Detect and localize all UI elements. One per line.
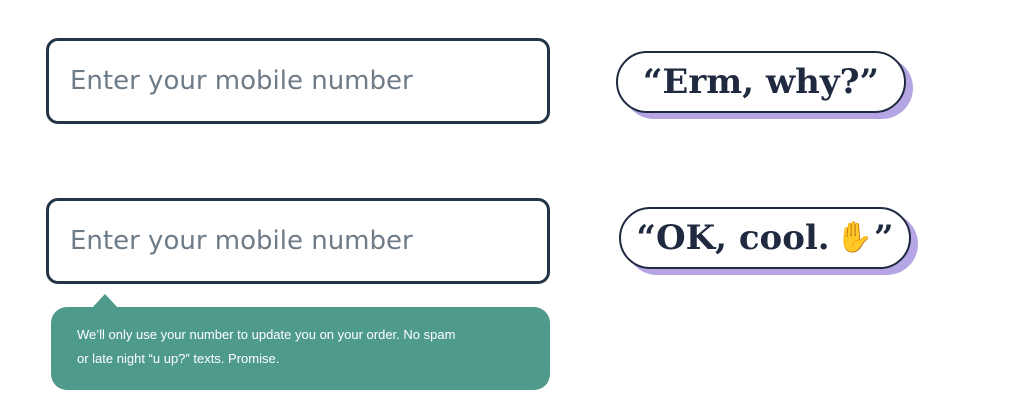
call-me-hand-icon: ✋ [835,220,873,255]
reaction-text: “OK, cool. [636,218,830,258]
mobile-number-input[interactable] [46,38,550,124]
reaction-text: “Erm, why?” [642,62,880,102]
hint-line-2: or late night “u up?” texts. Promise. [77,351,280,366]
reaction-bubble-ok-cool: “OK, cool. ✋ ” [619,207,911,269]
privacy-hint-tooltip: We’ll only use your number to update you… [51,307,550,390]
reaction-bubble-erm-why: “Erm, why?” [616,51,906,113]
tooltip-arrow [92,294,118,308]
reaction-close-quote: ” [874,218,894,258]
hint-line-1: We’ll only use your number to update you… [77,327,456,342]
mobile-number-input-with-hint[interactable] [46,198,550,284]
